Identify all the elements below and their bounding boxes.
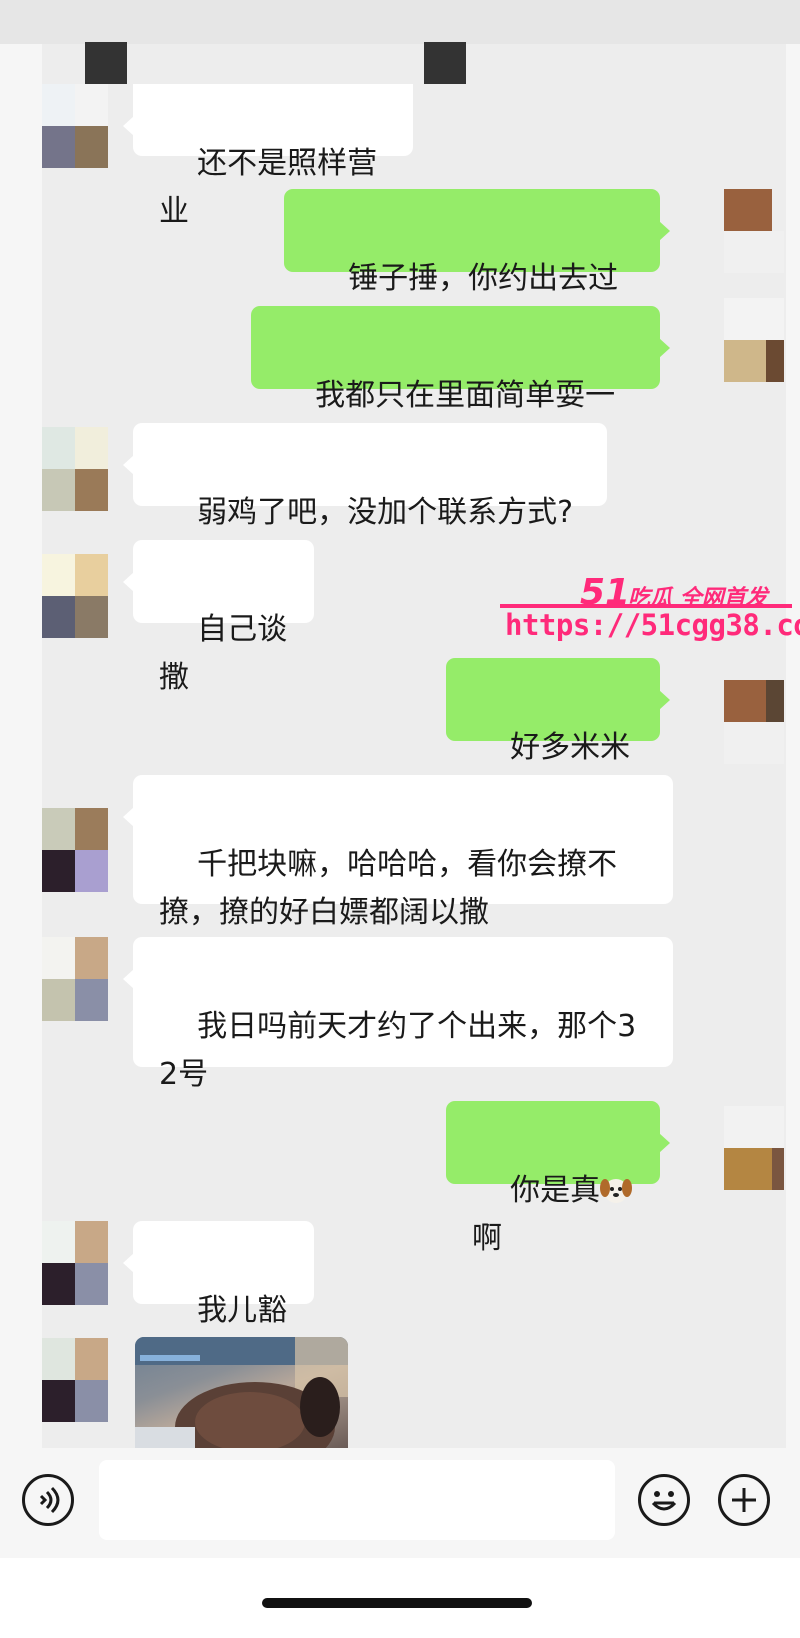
message-bubble-outgoing[interactable]: 你是真 啊 xyxy=(446,1101,670,1256)
left-edge xyxy=(0,0,42,1448)
message-text: 自己谈撒 xyxy=(159,612,288,695)
top-strip xyxy=(0,0,800,44)
message-text: 你是真 xyxy=(510,1173,601,1208)
smiley-icon xyxy=(651,1491,677,1511)
message-bubble-incoming[interactable]: 千把块嘛，哈哈哈，看你会撩不撩，撩的好白嫖都阔以撒 xyxy=(123,775,673,930)
message-bubble-outgoing[interactable]: 好多米米嘛 xyxy=(446,658,670,813)
message-input[interactable] xyxy=(99,1460,615,1540)
more-actions-button[interactable] xyxy=(718,1474,770,1526)
message-bubble-outgoing[interactable]: 我都只在里面简单耍一哈 xyxy=(251,306,670,461)
chat-area[interactable]: 还不是照样营业 锤子捶，你约出去过啊 我都只在里面简单耍一哈 弱鸡了吧，没加个联… xyxy=(0,0,800,1448)
redaction-block xyxy=(424,42,466,84)
voice-icon xyxy=(39,1486,60,1514)
message-bubble-incoming[interactable]: 弱鸡了吧，没加个联系方式? xyxy=(123,423,607,530)
message-bubble-incoming[interactable]: 我儿豁嘛 xyxy=(123,1221,314,1376)
redaction-block xyxy=(85,42,127,84)
message-text: 啊 xyxy=(472,1221,502,1256)
message-text: 我日吗前天才约了个出来，那个32号 xyxy=(159,1009,637,1092)
avatar[interactable] xyxy=(42,808,108,892)
avatar[interactable] xyxy=(42,84,108,168)
avatar[interactable] xyxy=(42,554,108,638)
avatar[interactable] xyxy=(42,427,108,511)
avatar[interactable] xyxy=(42,937,108,1021)
avatar[interactable] xyxy=(724,680,790,764)
message-bubble-incoming[interactable]: 还不是照样营业 xyxy=(123,84,413,229)
message-text: 千把块嘛，哈哈哈，看你会撩不撩，撩的好白嫖都阔以撒 xyxy=(159,847,618,930)
avatar[interactable] xyxy=(42,1338,108,1422)
emoji-button[interactable] xyxy=(638,1474,690,1526)
message-text: 弱鸡了吧，没加个联系方式? xyxy=(197,495,574,530)
message-bubble-incoming[interactable]: 我日吗前天才约了个出来，那个32号 xyxy=(123,937,673,1092)
photo-content xyxy=(135,1337,348,1448)
dog-face-emoji xyxy=(600,1179,633,1203)
voice-input-button[interactable] xyxy=(22,1474,74,1526)
plus-icon xyxy=(732,1488,756,1512)
avatar[interactable] xyxy=(42,1221,108,1305)
watermark-url: https://51cgg38.com xyxy=(505,608,800,642)
image-message-thumbnail[interactable] xyxy=(135,1337,348,1448)
avatar[interactable] xyxy=(724,189,790,273)
home-indicator[interactable] xyxy=(262,1598,532,1608)
avatar[interactable] xyxy=(724,1106,790,1190)
avatar[interactable] xyxy=(724,298,790,382)
message-bubble-incoming[interactable]: 自己谈撒 xyxy=(123,540,314,695)
message-bubble-outgoing[interactable]: 锤子捶，你约出去过啊 xyxy=(284,189,670,344)
watermark: 51 吃瓜 全网首发 https://51cgg38.com xyxy=(500,572,800,652)
